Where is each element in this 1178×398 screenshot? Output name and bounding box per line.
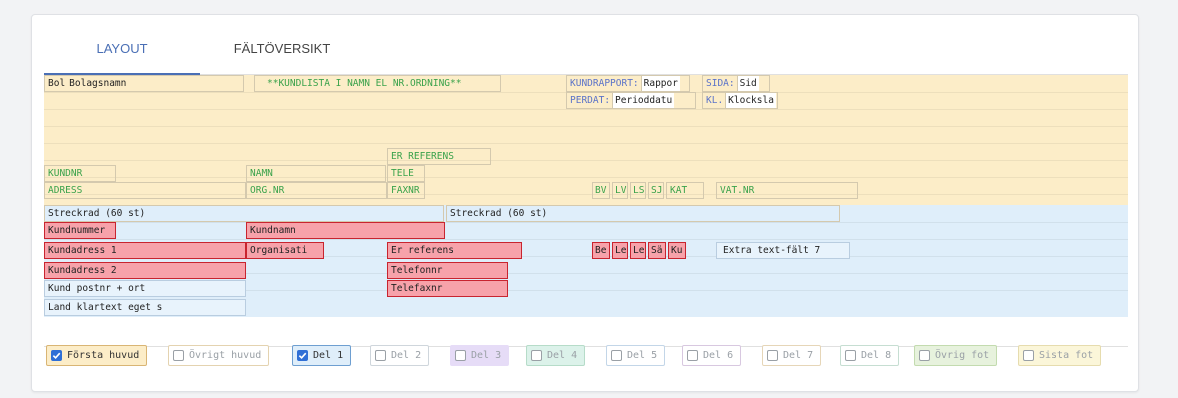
field-kundadress-1[interactable]: Kundadress 1 [44,242,246,259]
section-toggle-del-8[interactable]: Del 8 [840,345,900,366]
field-kundadress-2[interactable]: Kundadress 2 [44,262,246,279]
kl-label: KL. [706,95,724,106]
field-telefonnr[interactable]: Telefonnr [387,262,508,279]
field-kund-postnr-ort[interactable]: Kund postnr + ort [44,280,246,297]
field-kundrapport[interactable]: KUNDRAPPORT: Rappor [566,75,690,92]
sida-value: Sid [736,76,759,91]
field-namn-label[interactable]: NAMN [246,165,386,182]
field-ls-label[interactable]: LS [630,182,646,199]
checkbox-icon [845,350,856,361]
field-ku[interactable]: Ku [668,242,686,259]
section-toggle-label: Del 8 [861,350,892,361]
field-bv-label[interactable]: BV [592,182,610,199]
section-toggle-del-4[interactable]: Del 4 [526,345,586,366]
grid-line [44,177,1128,178]
field-streckrad-2[interactable]: Streckrad (60 st) [446,205,840,222]
field-be[interactable]: Be [592,242,610,259]
field-bolagsnamn[interactable]: Bol Bolagsnamn [44,75,244,92]
section-toggle-label: Övrigt huvud [189,350,262,361]
kl-value: Klocksla [725,93,776,108]
section-toggle-del-5[interactable]: Del 5 [606,345,666,366]
kundrapport-label: KUNDRAPPORT: [570,78,639,89]
section-toggle-label: Del 2 [391,350,422,361]
grid-line [44,109,1128,110]
field-kat-label[interactable]: KAT [666,182,704,199]
layout-card: LAYOUT FÄLTÖVERSIKT Bol Bolagsnamn **KUND… [31,14,1139,392]
section-toggle-label: Del 5 [627,350,658,361]
checkbox-icon [51,350,62,361]
field-er-referens-label[interactable]: ER REFERENS [387,148,491,165]
section-toggle-del-7[interactable]: Del 7 [762,345,822,366]
section-toggle-del-6[interactable]: Del 6 [682,345,742,366]
checkbox-icon [687,350,698,361]
perdat-label: PERDAT: [570,95,611,106]
section-toggle-ovrig-fot[interactable]: Övrig fot [914,345,998,366]
checkbox-icon [297,350,308,361]
field-le-1[interactable]: Le [612,242,628,259]
field-le-2[interactable]: Le [630,242,646,259]
field-vatnr-label[interactable]: VAT.NR [716,182,858,199]
perdat-value: Perioddatu [612,93,675,108]
section-toggle-label: Del 7 [783,350,814,361]
field-telefaxnr[interactable]: Telefaxnr [387,280,508,297]
section-toggle-ovrigt-huvud[interactable]: Övrigt huvud [168,345,270,366]
tab-faltoversikt[interactable]: FÄLTÖVERSIKT [232,23,332,75]
grid-line [44,143,1128,144]
field-kundnamn[interactable]: Kundnamn [246,222,445,239]
section-toggle-sista-fot[interactable]: Sista fot [1018,345,1102,366]
section-toggle-label: Del 3 [471,350,502,361]
section-toggle-label: Sista fot [1039,350,1094,361]
checkbox-icon [1023,350,1034,361]
grid-line [44,222,1128,223]
field-lv-label[interactable]: LV [612,182,628,199]
field-sj-label[interactable]: SJ [648,182,664,199]
checkbox-icon [531,350,542,361]
field-kundnummer[interactable]: Kundnummer [44,222,116,239]
checkbox-icon [611,350,622,361]
field-streckrad-1[interactable]: Streckrad (60 st) [44,205,444,222]
section-toggle-label: Övrig fot [935,350,990,361]
field-land-klartext[interactable]: Land klartext eget s [44,299,246,316]
grid-line [44,160,1128,161]
tab-bar: LAYOUT FÄLTÖVERSIKT [44,23,1128,75]
field-bolagsnamn-value: Bolagsnamn [69,78,127,89]
section-toggle-del-3[interactable]: Del 3 [450,345,510,366]
section-band-empty [44,317,1128,347]
field-faxnr-label[interactable]: FAXNR [387,182,425,199]
section-toggle-label: Del 1 [313,350,344,361]
field-kundnr-label[interactable]: KUNDNR [44,165,116,182]
section-toggle-label: Del 6 [703,350,734,361]
field-sa[interactable]: Sä [648,242,666,259]
field-sida[interactable]: SIDA: Sid [702,75,770,92]
section-toggle-del-2[interactable]: Del 2 [370,345,430,366]
field-tele-label[interactable]: TELE [387,165,425,182]
checkbox-icon [375,350,386,361]
field-er-referens[interactable]: Er referens [387,242,522,259]
checkbox-icon [173,350,184,361]
field-perdat[interactable]: PERDAT: Perioddatu [566,92,696,109]
checkbox-icon [919,350,930,361]
section-toggle-label: Del 4 [547,350,578,361]
layout-canvas: Bol Bolagsnamn **KUNDLISTA I NAMN EL NR.O… [44,75,1128,347]
grid-line [44,239,1128,240]
field-bol-label: Bol [48,78,66,89]
sida-label: SIDA: [706,78,735,89]
field-organisationsnummer[interactable]: Organisati [246,242,324,259]
checkbox-icon [767,350,778,361]
field-extra-text-7[interactable]: Extra text-fält 7 [716,242,850,259]
field-kundlista-title[interactable]: **KUNDLISTA I NAMN EL NR.ORDNING** [254,75,501,92]
field-adress-label[interactable]: ADRESS [44,182,246,199]
tab-layout[interactable]: LAYOUT [44,23,200,75]
section-toggle-forsta-huvud[interactable]: Första huvud [46,345,148,366]
grid-line [44,126,1128,127]
field-klockslag[interactable]: KL. Klocksla [702,92,778,109]
field-orgnr-label[interactable]: ORG.NR [246,182,387,199]
checkbox-icon [455,350,466,361]
section-toggle-label: Första huvud [67,350,140,361]
section-toggle-del-1[interactable]: Del 1 [292,345,352,366]
kundrapport-value: Rappor [640,76,680,91]
